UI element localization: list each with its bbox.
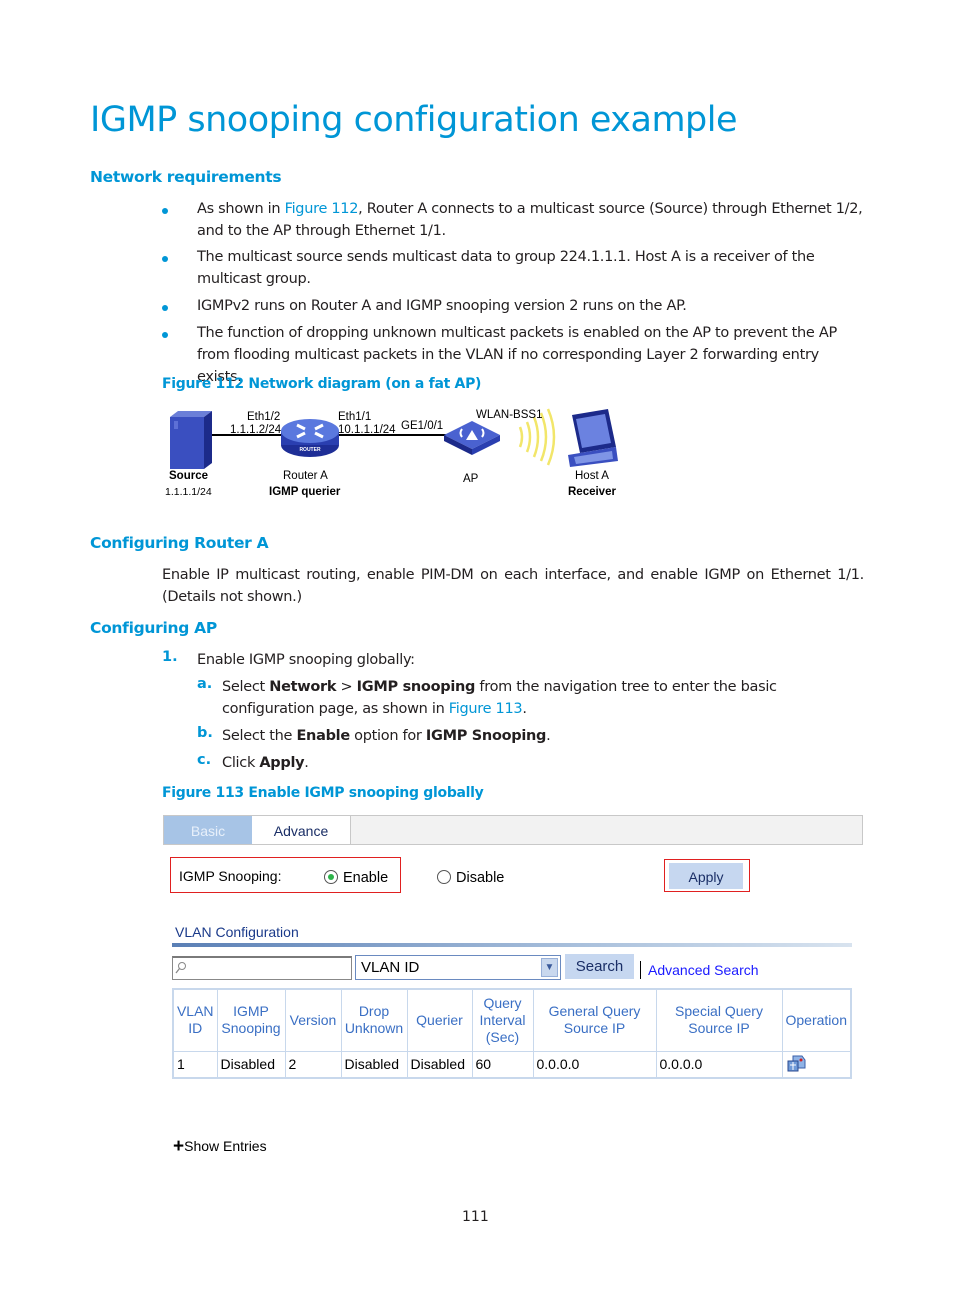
- step-text: Enable IGMP snooping globally:: [197, 652, 415, 668]
- access-point-icon: [444, 421, 500, 455]
- bullet-icon: [162, 332, 168, 338]
- cell-operation: [781, 1050, 852, 1079]
- page-number: 111: [462, 1209, 489, 1225]
- network-diagram: ROUTER Eth1/2 1.1.1.2/24 Eth1/1 10.1.1.1…: [160, 405, 640, 505]
- substep-letter: a.: [197, 676, 213, 692]
- laptop-icon: [568, 409, 618, 467]
- wlan-label: WLAN-BSS1: [476, 409, 543, 421]
- step-number: 1.: [162, 649, 178, 665]
- router-config-text: Enable IP multicast routing, enable PIM-…: [162, 567, 864, 605]
- select-value: VLAN ID: [361, 959, 420, 976]
- disable-radio[interactable]: [437, 870, 451, 884]
- heading-network-requirements: Network requirements: [90, 168, 282, 186]
- router-badge: ROUTER: [299, 447, 321, 453]
- substep-text: Select Network > IGMP snooping from the …: [222, 679, 777, 717]
- cell-querier: Disabled: [406, 1050, 473, 1079]
- bullet-item: IGMPv2 runs on Router A and IGMP snoopin…: [197, 298, 687, 314]
- bullet-item: The multicast source sends multicast dat…: [197, 249, 815, 287]
- table-row: 1 Disabled 2 Disabled Disabled 60 0.0.0.…: [172, 1050, 852, 1079]
- page-title: IGMP snooping configuration example: [90, 100, 738, 140]
- substep-text: Click Apply.: [222, 755, 309, 771]
- substep-letter: c.: [197, 752, 212, 768]
- plus-icon: +: [173, 1136, 185, 1157]
- col-igmp-snooping: IGMP Snooping: [216, 988, 286, 1052]
- col-query-interval: Query Interval (Sec): [471, 988, 534, 1052]
- col-vlan-id: VLAN ID: [172, 988, 218, 1052]
- vlan-configuration-title: VLAN Configuration: [175, 924, 299, 940]
- col-special-query-source-ip: Special Query Source IP: [655, 988, 783, 1052]
- search-icon: [175, 962, 186, 974]
- cell-igmp-snooping: Disabled: [216, 1050, 286, 1079]
- bullet-item: As shown in Figure 112, Router A connect…: [197, 201, 863, 239]
- cell-special-query-ip: 0.0.0.0: [655, 1050, 783, 1079]
- tab-basic[interactable]: Basic: [164, 816, 252, 844]
- ap-label: AP: [463, 473, 479, 485]
- chevron-down-icon[interactable]: ▼: [541, 958, 558, 977]
- bullet-icon: [162, 305, 168, 311]
- eth12-label: Eth1/2: [247, 411, 281, 423]
- figure-112-caption: Figure 112 Network diagram (on a fat AP): [162, 376, 482, 392]
- source-ip-label: 1.1.1.1/24: [165, 486, 212, 498]
- heading-configuring-router: Configuring Router A: [90, 534, 269, 552]
- source-label: Source: [169, 470, 208, 482]
- figure-113-caption: Figure 113 Enable IGMP snooping globally: [162, 785, 484, 801]
- search-field-select[interactable]: VLAN ID ▼: [355, 955, 561, 980]
- cell-query-interval: 60: [471, 1050, 534, 1079]
- separator: [640, 961, 641, 979]
- server-icon: [170, 411, 212, 469]
- edit-icon[interactable]: [786, 1054, 806, 1072]
- cell-general-query-ip: 0.0.0.0: [532, 1050, 657, 1079]
- cell-vlan-id: 1: [172, 1050, 218, 1079]
- eth12-ip-label: 1.1.1.2/24: [230, 424, 282, 436]
- enable-radio[interactable]: [324, 870, 338, 884]
- col-general-query-source-ip: General Query Source IP: [532, 988, 657, 1052]
- col-drop-unknown: Drop Unknown: [340, 988, 408, 1052]
- col-version: Version: [284, 988, 342, 1052]
- col-operation: Operation: [781, 988, 852, 1052]
- host-label: Host A: [575, 470, 609, 482]
- disable-label: Disable: [456, 870, 505, 886]
- table-header-row: VLAN ID IGMP Snooping Version Drop Unkno…: [172, 988, 852, 1052]
- bullet-icon: [162, 256, 168, 262]
- tab-advance[interactable]: Advance: [252, 816, 351, 844]
- document-page: IGMP snooping configuration example Netw…: [0, 0, 954, 1296]
- substep-letter: b.: [197, 725, 213, 741]
- enable-label: Enable: [343, 870, 389, 886]
- bullet-icon: [162, 208, 168, 214]
- show-entries-toggle[interactable]: +Show Entries: [173, 1136, 267, 1158]
- host-role-label: Receiver: [568, 486, 616, 498]
- substep-text: Select the Enable option for IGMP Snoopi…: [222, 728, 551, 744]
- cell-drop-unknown: Disabled: [340, 1050, 408, 1079]
- ge-label: GE1/0/1: [401, 420, 444, 432]
- router-role-label: IGMP querier: [269, 486, 341, 498]
- search-button[interactable]: Search: [565, 954, 634, 979]
- router-label: Router A: [283, 470, 328, 482]
- search-input[interactable]: [172, 956, 352, 980]
- heading-configuring-ap: Configuring AP: [90, 619, 217, 637]
- cell-version: 2: [284, 1050, 342, 1079]
- eth11-ip-label: 10.1.1.1/24: [338, 424, 396, 436]
- vlan-table: VLAN ID IGMP Snooping Version Drop Unkno…: [172, 988, 852, 1079]
- figure-112-link[interactable]: Figure 112: [285, 201, 359, 217]
- igmp-snooping-label: IGMP Snooping:: [179, 868, 282, 884]
- advanced-search-link[interactable]: Advanced Search: [648, 962, 759, 978]
- figure-113-link[interactable]: Figure 113: [449, 701, 523, 717]
- eth11-label: Eth1/1: [338, 411, 372, 423]
- tab-bar: Basic Advance: [163, 815, 863, 845]
- section-divider: [172, 943, 852, 947]
- apply-button[interactable]: Apply: [669, 863, 743, 889]
- router-icon: ROUTER: [281, 419, 339, 457]
- col-querier: Querier: [406, 988, 473, 1052]
